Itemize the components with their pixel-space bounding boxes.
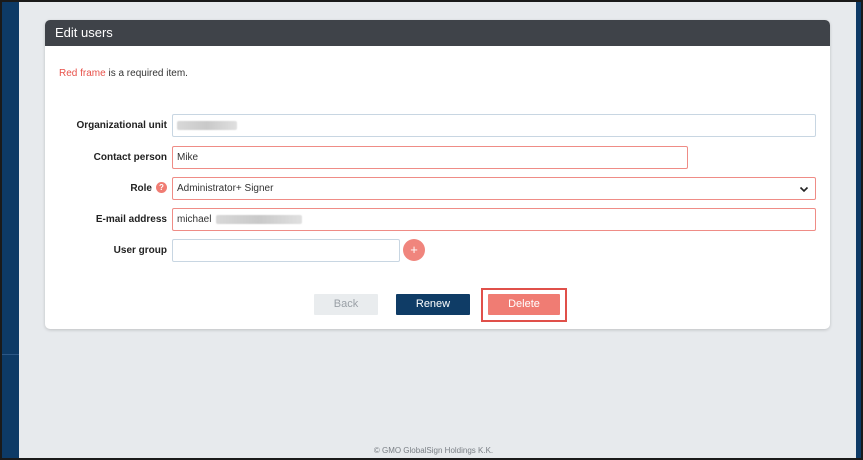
add-user-group-button[interactable]: + xyxy=(403,239,425,261)
back-button[interactable]: Back xyxy=(314,294,378,315)
redacted-value xyxy=(177,120,237,130)
contact-person-row: Contact person Mike xyxy=(45,146,830,170)
user-group-label: User group xyxy=(113,245,167,256)
user-group-input[interactable] xyxy=(172,239,400,262)
email-row: E-mail address michael xyxy=(45,208,830,232)
renew-button[interactable]: Renew xyxy=(396,294,470,315)
email-input[interactable]: michael xyxy=(172,208,816,231)
right-edge-bar xyxy=(856,2,861,458)
plus-icon: + xyxy=(410,242,418,257)
contact-person-value: Mike xyxy=(177,152,199,163)
help-icon[interactable]: ? xyxy=(156,182,167,193)
redacted-value xyxy=(216,214,303,224)
edit-users-card: Edit users Red frame is a required item.… xyxy=(45,20,830,329)
org-unit-row: Organizational unit xyxy=(45,114,830,138)
org-unit-label: Organizational unit xyxy=(76,120,167,131)
user-group-row: User group + xyxy=(45,239,830,263)
role-select[interactable]: Administrator+ Signer xyxy=(172,177,816,200)
contact-person-label: Contact person xyxy=(93,152,167,163)
copyright-footer: © GMO GlobalSign Holdings K.K. xyxy=(373,446,494,455)
delete-button[interactable]: Delete xyxy=(488,294,560,315)
email-label: E-mail address xyxy=(95,214,167,225)
page-title: Edit users xyxy=(45,20,830,46)
required-note: Red frame is a required item. xyxy=(59,68,188,79)
org-unit-input[interactable] xyxy=(172,114,816,137)
email-value: michael xyxy=(177,214,212,225)
chevron-down-icon xyxy=(799,181,809,202)
role-selected-value: Administrator+ Signer xyxy=(177,183,274,194)
role-row: Role ? Administrator+ Signer xyxy=(45,177,830,201)
required-note-text: is a required item. xyxy=(105,68,188,79)
required-note-red-text: Red frame xyxy=(59,68,106,79)
left-navigation-bar xyxy=(2,2,19,458)
contact-person-input[interactable]: Mike xyxy=(172,146,688,169)
app-window: Edit users Red frame is a required item.… xyxy=(0,0,863,460)
role-label: Role xyxy=(130,183,152,194)
